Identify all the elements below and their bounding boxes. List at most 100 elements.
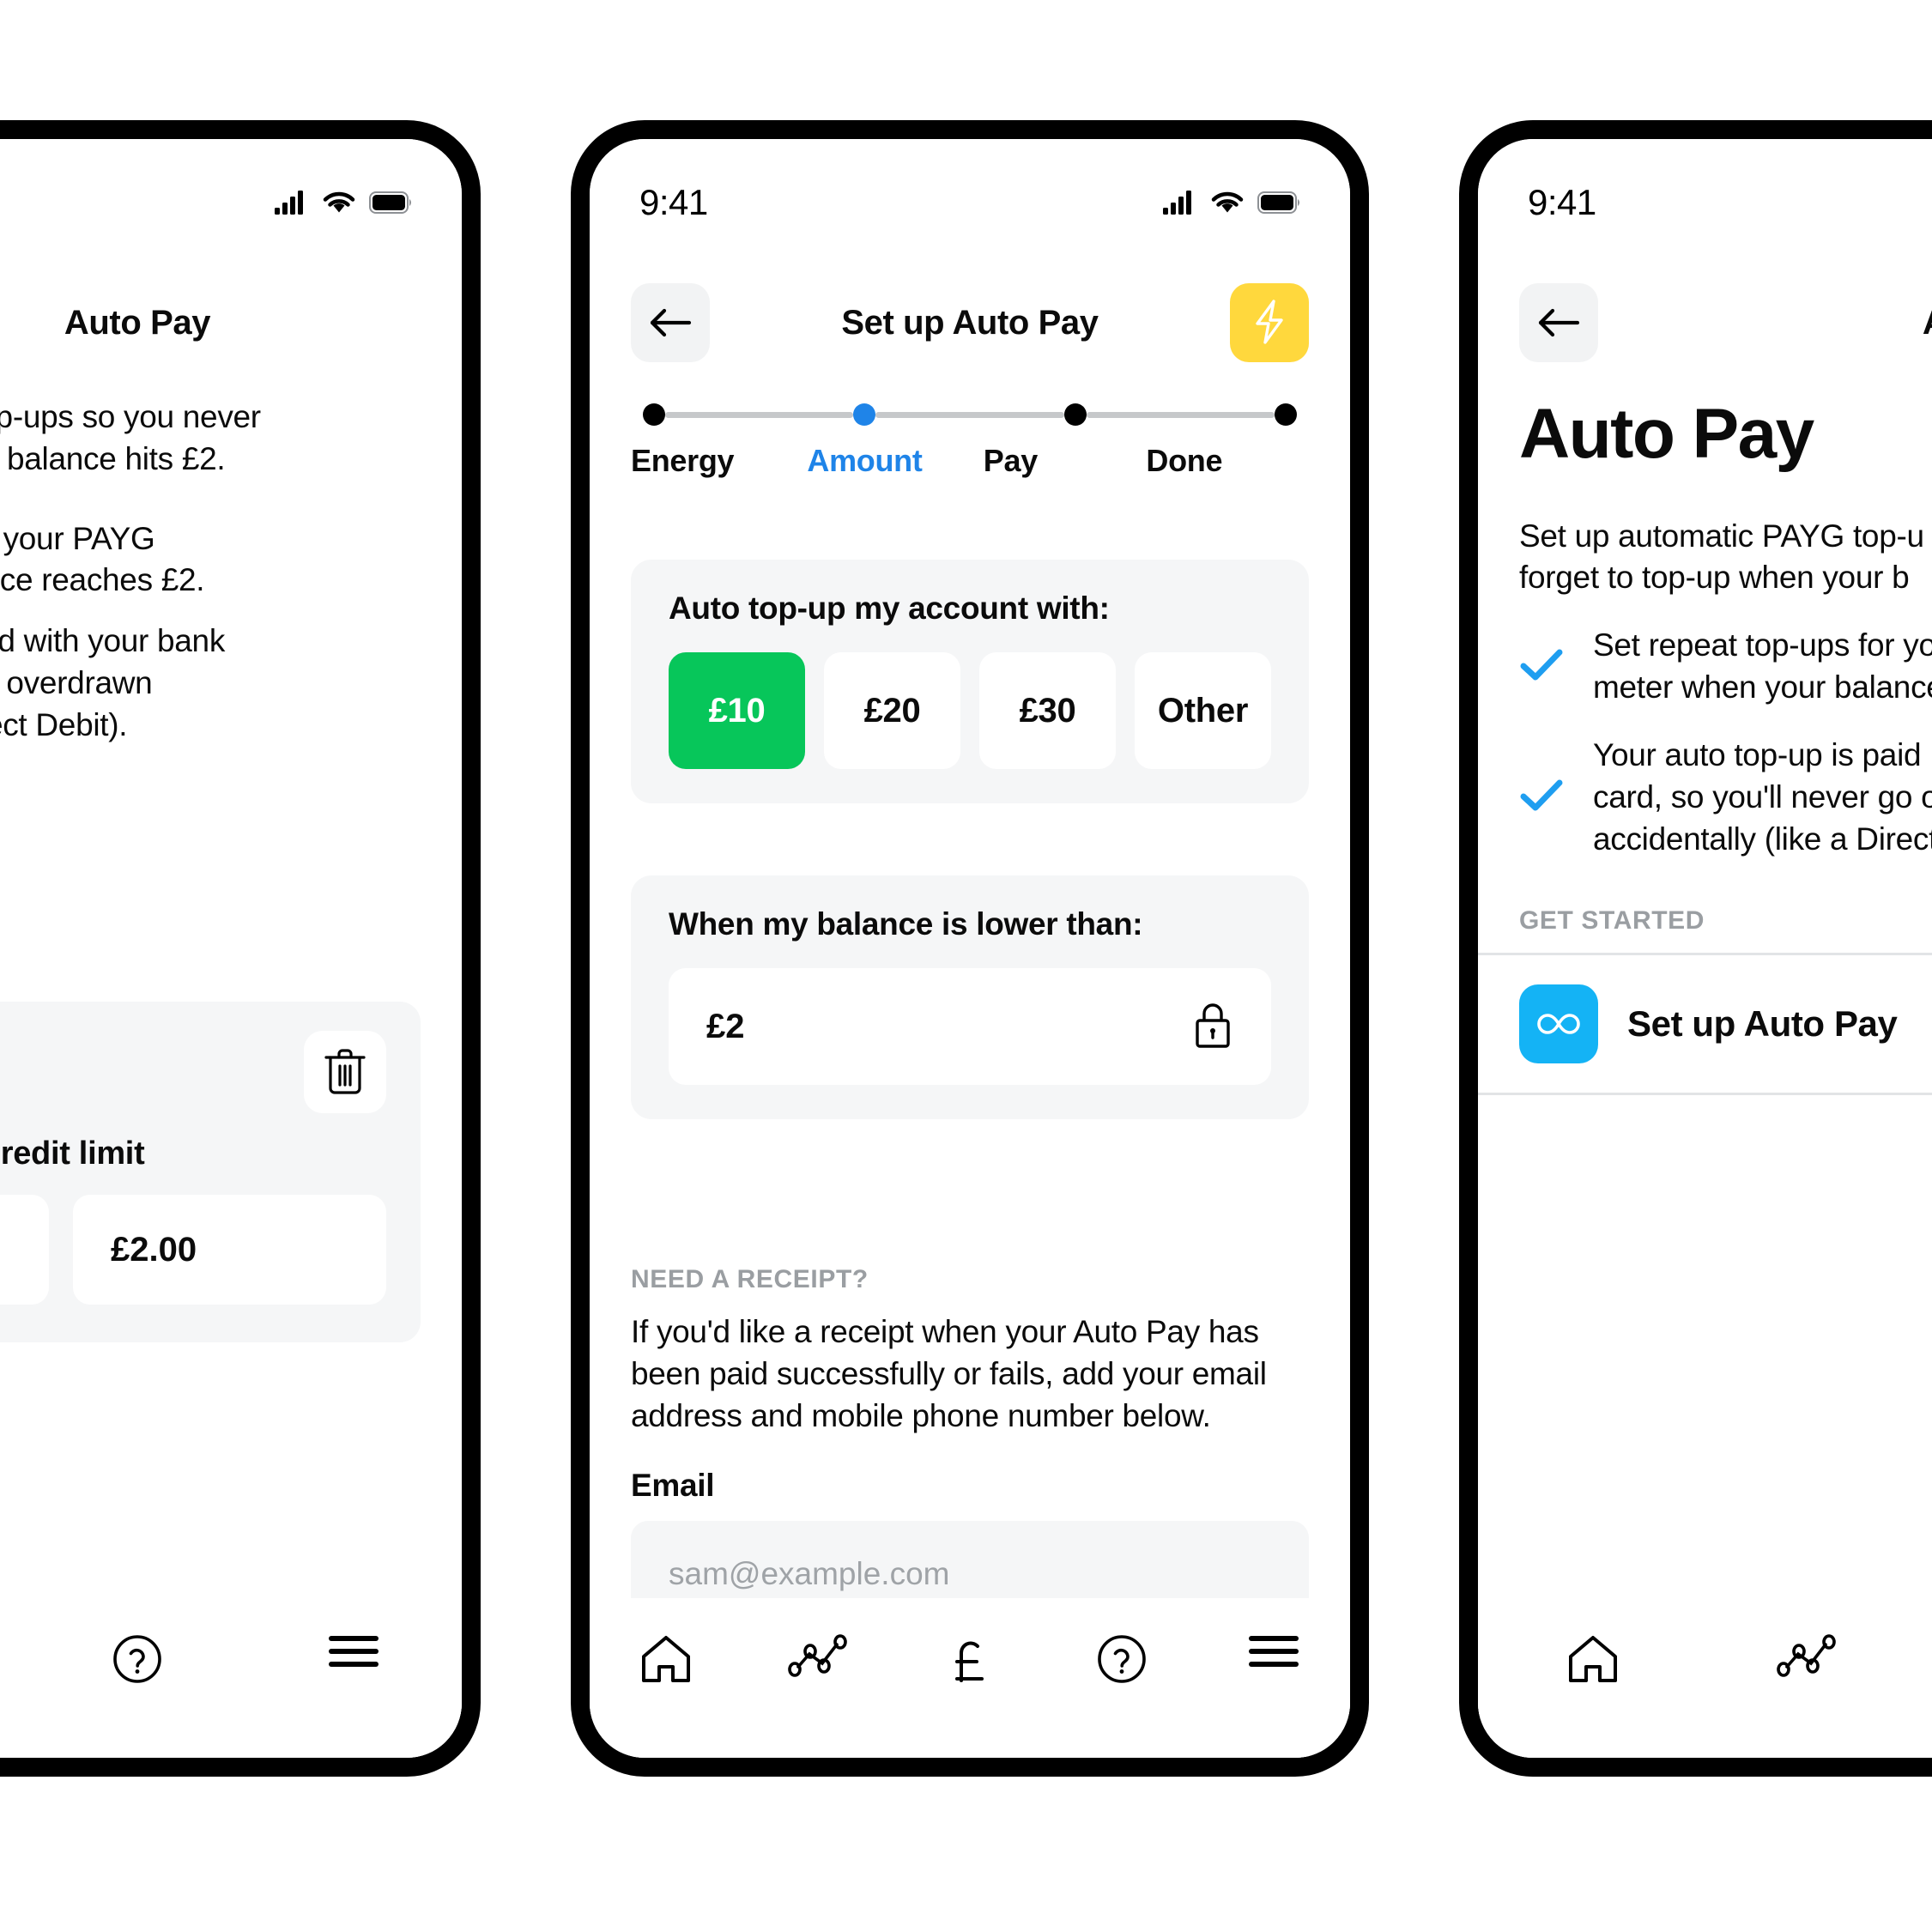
delete-button[interactable] (304, 1031, 386, 1113)
feature-bullet-2: Your auto top-up is paid card, so you'll… (1519, 735, 1932, 860)
email-label: Email (631, 1468, 715, 1504)
nav-menu[interactable] (1198, 1634, 1350, 1669)
left-content: c PAYG top-ups so you never when your ba… (0, 397, 421, 747)
intro-line-2: forget to top-up when your b (1519, 560, 1910, 596)
stepper-track (631, 403, 1309, 426)
step-line-2 (875, 411, 1064, 418)
lock-icon (1192, 1000, 1233, 1054)
nav-payments[interactable] (893, 1634, 1045, 1686)
progress-stepper: Energy Amount Pay Done (631, 403, 1309, 479)
nav-home[interactable] (1487, 1634, 1700, 1684)
step-label-done: Done (1146, 443, 1223, 478)
lightning-bolt-icon (1251, 299, 1288, 348)
nav-help[interactable] (29, 1634, 245, 1684)
step-dot-done[interactable] (1274, 403, 1297, 426)
threshold-card: When my balance is lower than: £2 (631, 875, 1309, 1119)
get-started-label: GET STARTED (1519, 906, 1705, 936)
bottom-nav-middle (590, 1598, 1350, 1758)
nav-payments[interactable] (0, 1634, 29, 1686)
screen-middle: 9:41 Set up Auto Pay Energy Amount Pay D… (590, 139, 1350, 1758)
trash-icon (323, 1047, 367, 1098)
phone-left: 9:41 Auto Pay c PAYG top-ups so you neve… (0, 120, 481, 1777)
status-bar-left: 9:41 (0, 179, 462, 227)
nav-header-middle: Set up Auto Pay (590, 283, 1350, 362)
page-title-left: Auto Pay (64, 303, 211, 342)
amount-option-10[interactable]: £10 (669, 652, 805, 769)
threshold-card-title: When my balance is lower than: (669, 906, 1143, 942)
bottom-nav-left (0, 1598, 462, 1758)
amount-option-other[interactable]: Other (1135, 652, 1271, 769)
bullet-2-line-1: Your auto top-up is paid (1593, 736, 1922, 772)
credit-limit-value[interactable]: £2.00 (73, 1195, 386, 1305)
step-line-1 (665, 411, 854, 418)
status-icons (275, 191, 412, 215)
amount-card-title: Auto top-up my account with: (669, 591, 1110, 626)
receipt-description: If you'd like a receipt when your Auto P… (631, 1314, 1267, 1433)
page-heading: Auto Pay (1519, 395, 1814, 473)
step-dot-amount[interactable] (853, 403, 876, 426)
home-icon (1566, 1634, 1620, 1684)
amount-option-20[interactable]: £20 (824, 652, 960, 769)
back-button[interactable] (1519, 283, 1598, 362)
bullet-2-line-3: accidentally (like a Direct (1593, 821, 1932, 857)
amount-option-30[interactable]: £30 (979, 652, 1116, 769)
battery-icon (369, 191, 412, 214)
status-icons (1163, 191, 1300, 215)
bullet-1-line-1: op-ups for your PAYG (0, 520, 155, 556)
home-icon (639, 1634, 693, 1684)
nav-payments[interactable] (1913, 1634, 1932, 1686)
nav-usage[interactable] (1700, 1634, 1914, 1677)
check-icon (1519, 778, 1564, 818)
divider-bottom (1478, 1093, 1932, 1096)
wifi-icon (1211, 191, 1244, 215)
status-time: 9:41 (639, 182, 708, 222)
partial-field[interactable] (0, 1195, 49, 1305)
feature-bullet-1: Set repeat top-ups for yo meter when you… (1519, 625, 1932, 709)
phone-middle: 9:41 Set up Auto Pay Energy Amount Pay D… (571, 120, 1369, 1777)
nav-header-left: Auto Pay (0, 283, 462, 362)
feature-bullet-1-text: Set repeat top-ups for yo meter when you… (1593, 625, 1932, 709)
pound-icon (946, 1634, 994, 1686)
usage-graph-icon (1777, 1634, 1837, 1677)
intro-line-1: c PAYG top-ups so you never (0, 399, 261, 434)
step-dot-pay[interactable] (1063, 403, 1087, 426)
list-item-set-up-auto-pay[interactable]: Set up Auto Pay (1519, 955, 1932, 1093)
nav-usage[interactable] (742, 1634, 893, 1677)
intro-line-1: Set up automatic PAYG top-u (1519, 518, 1924, 554)
phone-right: 9:41 Auto Pay Auto Pay Set up automatic … (1459, 120, 1932, 1777)
threshold-input[interactable]: £2 (669, 968, 1271, 1085)
battery-icon (1257, 191, 1300, 214)
step-dot-energy[interactable] (643, 403, 665, 426)
page-title-right: Auto Pay (1598, 304, 1932, 342)
nav-home[interactable] (590, 1634, 742, 1684)
credit-fields: £2.00 (0, 1195, 386, 1305)
step-label-pay: Pay (983, 443, 1038, 478)
nav-header-right: Auto Pay (1478, 283, 1932, 362)
nav-menu[interactable] (245, 1634, 462, 1669)
bullet-2-line-2: card, so you'll never go ov (1593, 778, 1932, 815)
stepper-labels: Energy Amount Pay Done (631, 443, 1309, 479)
status-bar-middle: 9:41 (590, 179, 1350, 227)
back-button[interactable] (631, 283, 710, 362)
page-title-middle: Set up Auto Pay (841, 303, 1099, 342)
bottom-nav-right (1478, 1598, 1932, 1758)
hamburger-menu-icon (329, 1634, 379, 1669)
bullet-2-line-1: p-up is paid with your bank (0, 623, 226, 659)
help-circle-icon (112, 1634, 162, 1684)
screen-left: 9:41 Auto Pay c PAYG top-ups so you neve… (0, 139, 462, 1758)
amount-options: £10 £20 £30 Other (669, 652, 1271, 769)
threshold-value: £2 (706, 1007, 745, 1045)
feature-bullet-2-text: Your auto top-up is paid card, so you'll… (1593, 735, 1932, 860)
bullet-1-line-1: Set repeat top-ups for yo (1593, 627, 1932, 663)
credit-limit-card: Credit limit £2.00 (0, 1002, 421, 1342)
quick-action-button[interactable] (1230, 283, 1309, 362)
list-item-label: Set up Auto Pay (1627, 1003, 1898, 1045)
cellular-signal-icon (1163, 191, 1197, 215)
bullet-1-line-2: your balance reaches £2. (0, 562, 205, 598)
status-bar-right: 9:41 (1478, 179, 1932, 227)
cellular-signal-icon (275, 191, 309, 215)
step-label-energy: Energy (631, 443, 735, 478)
nav-help[interactable] (1046, 1634, 1198, 1684)
receipt-eyebrow: NEED A RECEIPT? (631, 1265, 869, 1293)
wifi-icon (323, 191, 355, 215)
